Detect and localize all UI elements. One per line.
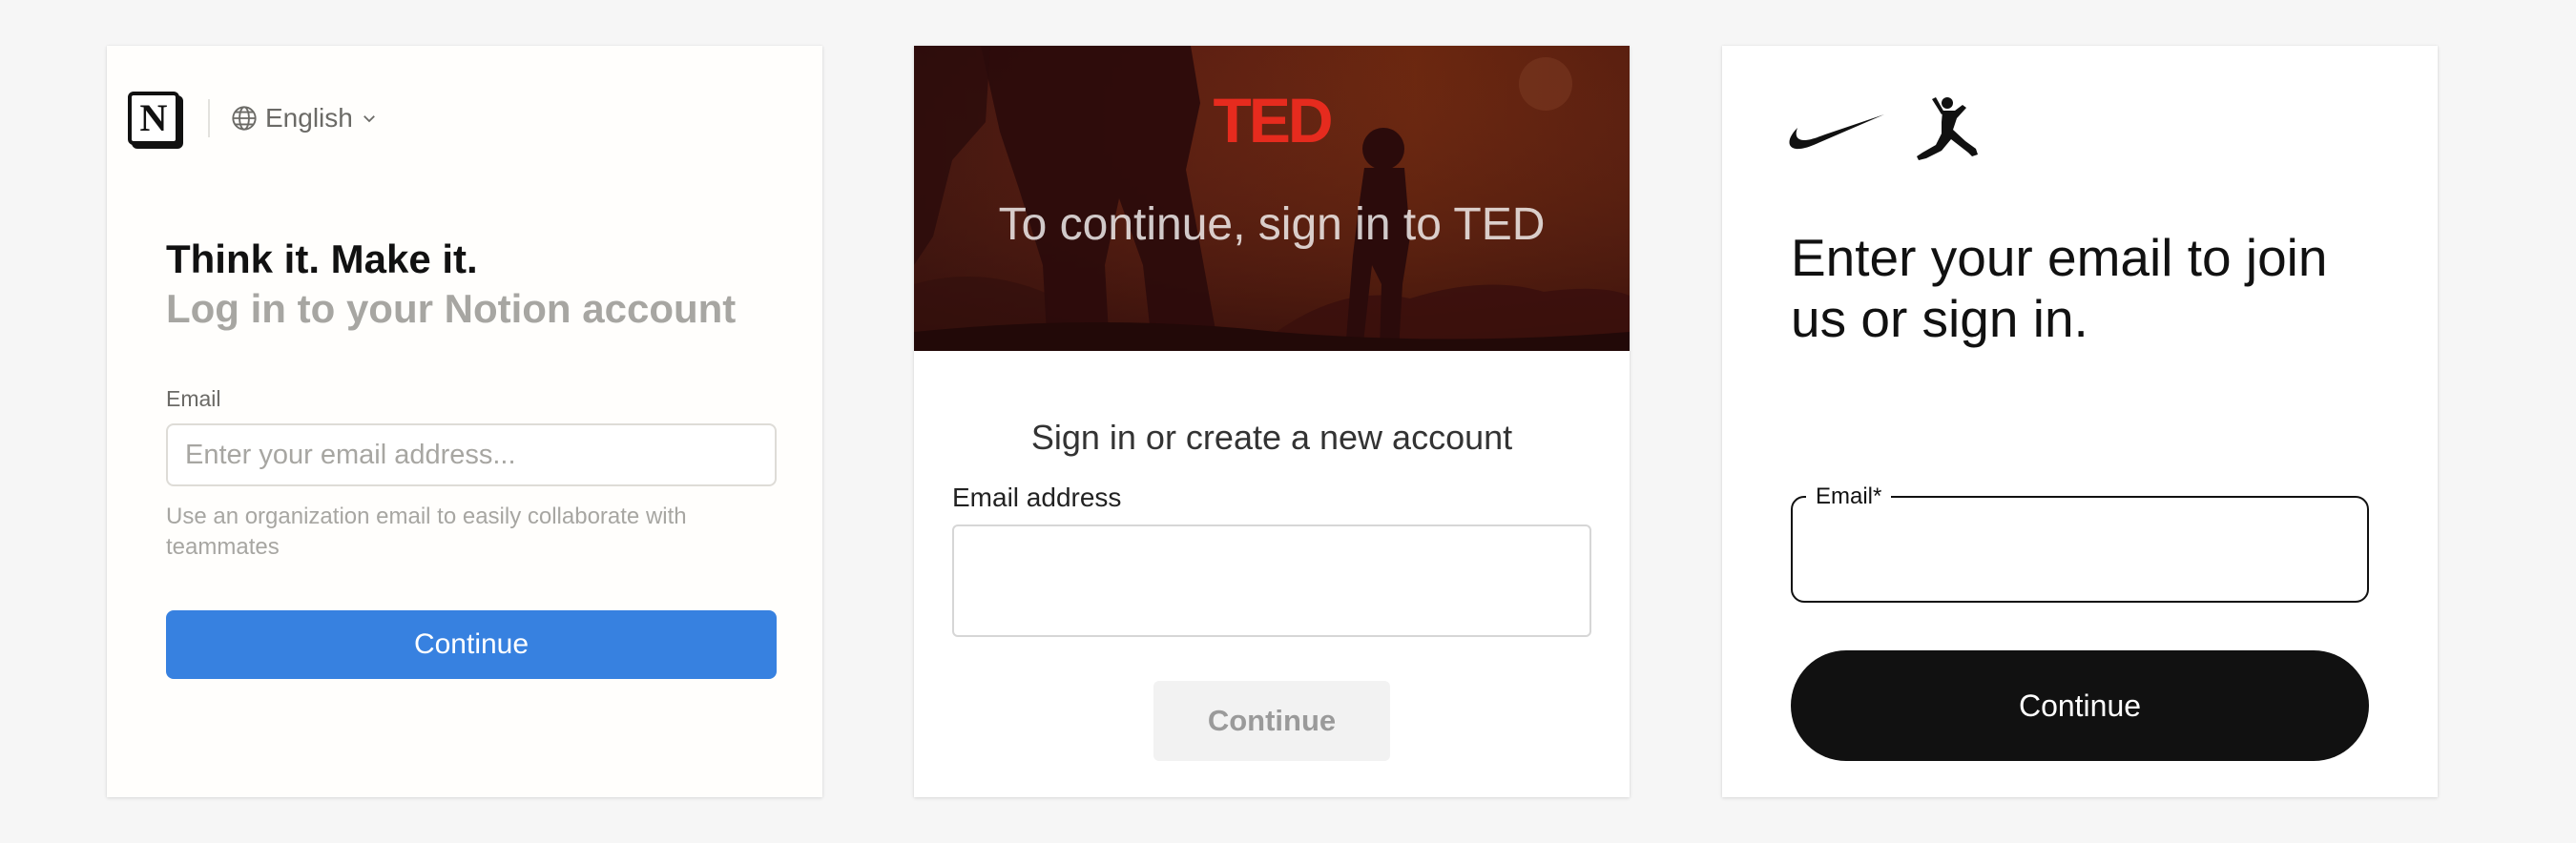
email-label: Email <box>166 386 221 411</box>
page-subtitle: Log in to your Notion account <box>166 286 737 331</box>
globe-icon <box>232 106 257 131</box>
ted-logo: TED <box>1213 85 1334 155</box>
email-label: Email* <box>1806 483 1892 510</box>
hero-text: To continue, sign in to TED <box>998 199 1546 250</box>
nike-login-card: Enter your email to join us or sign in. … <box>1722 46 2438 797</box>
nike-swoosh-icon <box>1789 114 1884 150</box>
language-selector[interactable]: English <box>231 103 378 134</box>
ted-login-card: TED To continue, sign in to TED Sign in … <box>914 46 1630 797</box>
page-title: Sign in or create a new account <box>1030 418 1513 457</box>
email-hint: Use an organization email to easily coll… <box>166 504 687 560</box>
chevron-down-icon <box>363 115 375 123</box>
notion-login-card: N English Think it. Make it. Log in to y… <box>107 46 822 797</box>
hero-banner: TED To continue, sign in to TED <box>914 46 1630 351</box>
header-divider <box>208 99 210 137</box>
email-label: Email address <box>952 483 1122 512</box>
email-input[interactable] <box>1793 498 2367 601</box>
jordan-jumpman-icon <box>1917 97 1978 160</box>
continue-button[interactable]: Continue <box>166 610 777 679</box>
continue-button[interactable]: Continue <box>1791 650 2369 761</box>
page-title: Think it. Make it. <box>166 236 478 281</box>
page-title: Enter your email to join us or sign in. <box>1791 228 2328 348</box>
email-field[interactable]: Email* <box>1791 483 2369 603</box>
language-label: English <box>265 103 353 133</box>
notion-logo-icon: N <box>128 92 179 145</box>
email-input[interactable] <box>166 423 777 486</box>
continue-button[interactable]: Continue <box>1153 681 1390 761</box>
email-input[interactable] <box>952 524 1591 637</box>
